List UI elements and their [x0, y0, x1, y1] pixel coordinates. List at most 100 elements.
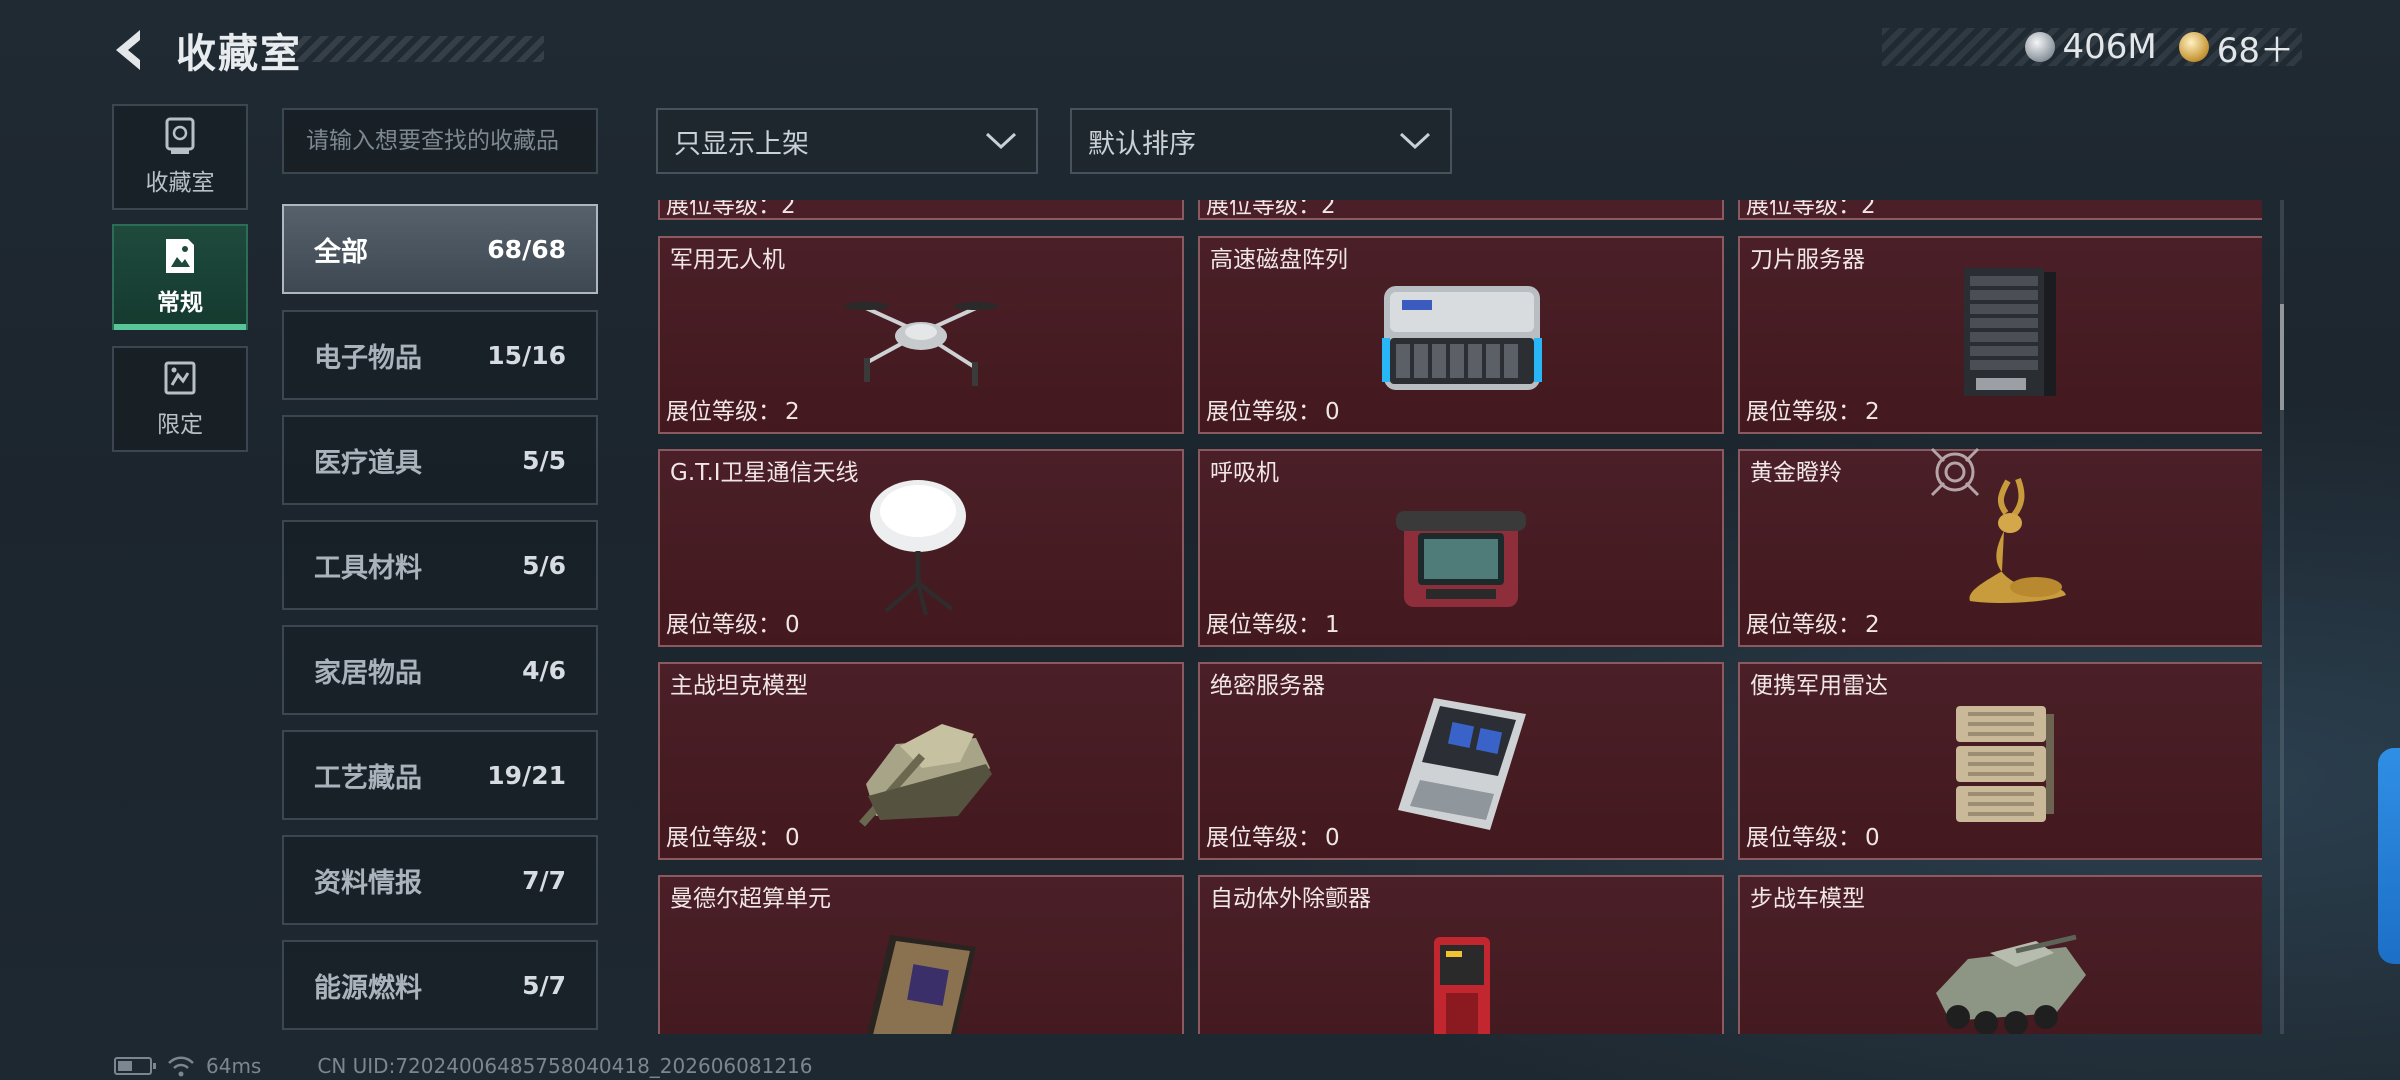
collection-card-defibrillator[interactable]: 自动体外除颤器 展位等级：: [1198, 875, 1724, 1034]
search-box: [282, 108, 598, 174]
card-name: 高速磁盘阵列: [1210, 247, 1348, 273]
card-level: 展位等级：2: [1746, 612, 1880, 638]
category-name: 能源燃料: [314, 972, 422, 1004]
silver-coin-icon: [2024, 32, 2055, 62]
category-name: 全部: [314, 236, 368, 268]
collection-card-ifv-model[interactable]: 步战车模型 展位等级：: [1738, 875, 2262, 1034]
portable-radar-icon: [1956, 706, 2054, 822]
category-energy[interactable]: 能源燃料 5/7: [282, 940, 598, 1030]
category-count: 5/5: [522, 445, 566, 475]
collection-card-ventilator[interactable]: 呼吸机 展位等级： 1: [1198, 449, 1724, 647]
card-level: 展位等级：: [1206, 1031, 1325, 1034]
golden-gazelle-icon: [1969, 477, 2066, 603]
chevron-down-icon: [1399, 132, 1431, 150]
collection-card-tank-model[interactable]: 主战坦克模型 展位等级： 0: [658, 662, 1184, 860]
card-level: 展位等级： 0: [666, 825, 800, 851]
collection-card-portable-radar[interactable]: 便携军用雷达 展位等级： 0: [1738, 662, 2262, 860]
currency-bar: 406M 68＋: [1882, 27, 2302, 71]
wifi-icon: [168, 1056, 194, 1077]
card-name: 绝密服务器: [1210, 673, 1325, 699]
ventilator-icon: [1396, 511, 1526, 607]
category-count: 4/6: [522, 655, 566, 685]
category-count: 15/16: [487, 340, 566, 370]
battery-icon: [114, 1057, 156, 1075]
collection-card-drone[interactable]: 军用无人机 展位等级： 2: [658, 236, 1184, 434]
category-medical[interactable]: 医疗道具 5/5: [282, 415, 598, 505]
dropdown-value: 默认排序: [1088, 128, 1196, 160]
dropdown-value: 只显示上架: [674, 128, 809, 160]
card-name: 主战坦克模型: [670, 673, 808, 699]
back-arrow-icon: [116, 30, 140, 70]
nav-label: 常规: [157, 290, 203, 316]
card-name: 刀片服务器: [1750, 247, 1865, 273]
card-name: 呼吸机: [1210, 460, 1279, 486]
collection-card-disk-array[interactable]: 高速磁盘阵列 展位等级： 0: [1198, 236, 1724, 434]
display-filter-dropdown[interactable]: 只显示上架: [656, 108, 1038, 174]
sort-dropdown[interactable]: 默认排序: [1070, 108, 1452, 174]
category-count: 7/7: [522, 865, 566, 895]
display-case-icon: [165, 117, 195, 154]
card-level: 展位等级： 0: [1746, 825, 1880, 851]
ping-value: 64ms: [206, 1054, 262, 1078]
category-count: 19/21: [487, 760, 566, 790]
category-crafts[interactable]: 工艺藏品 19/21: [282, 730, 598, 820]
category-all[interactable]: 全部 68/68: [282, 204, 598, 294]
scrollbar-thumb[interactable]: [2280, 304, 2284, 410]
category-tools[interactable]: 工具材料 5/6: [282, 520, 598, 610]
collection-card-blade-server[interactable]: 刀片服务器 展位等级： 2: [1738, 236, 2262, 434]
category-count: 5/6: [522, 550, 566, 580]
collection-card-golden-gazelle[interactable]: 黄金瞪羚 展位等级： 2: [1738, 447, 2262, 647]
nav-label: 限定: [157, 412, 203, 438]
card-level: 展位等级：2: [1746, 200, 1876, 219]
limited-card-icon: [164, 361, 196, 395]
card-name: 自动体外除颤器: [1210, 886, 1371, 912]
silver-currency[interactable]: 406M: [2024, 27, 2157, 67]
card-level: 展位等级：2: [1746, 399, 1880, 425]
category-electronics[interactable]: 电子物品 15/16: [282, 310, 598, 400]
nav-regular[interactable]: 常规: [112, 224, 248, 330]
secret-server-icon: [1398, 698, 1526, 830]
card-name: 步战车模型: [1750, 886, 1865, 912]
drone-icon: [844, 302, 998, 386]
partial-card[interactable]: 展位等级：2: [1738, 200, 2262, 220]
category-name: 工具材料: [314, 552, 422, 584]
nav-label: 收藏室: [145, 170, 215, 196]
category-household[interactable]: 家居物品 4/6: [282, 625, 598, 715]
blade-server-icon: [1964, 268, 2056, 396]
back-button[interactable]: [108, 20, 152, 80]
card-name: 军用无人机: [670, 247, 785, 273]
search-input[interactable]: [284, 110, 596, 172]
card-level: 展位等级：2: [666, 399, 800, 425]
category-name: 医疗道具: [314, 447, 422, 479]
card-name: 黄金瞪羚: [1750, 460, 1842, 486]
category-name: 家居物品: [314, 657, 422, 689]
grid-scrollbar[interactable]: [2280, 200, 2284, 1034]
nav-limited[interactable]: 限定: [112, 346, 248, 452]
category-name: 工艺藏品: [314, 762, 422, 794]
chevron-down-icon: [985, 132, 1017, 150]
category-name: 电子物品: [314, 342, 422, 374]
title-decoration: [270, 36, 544, 62]
category-count: 5/7: [522, 970, 566, 1000]
user-uid: CN UID:72024006485758040418_202606081216: [317, 1054, 813, 1078]
disk-array-icon: [1382, 286, 1542, 390]
partial-card[interactable]: 展位等级：2: [1198, 200, 1724, 220]
card-level: 展位等级： 0: [666, 612, 800, 638]
card-level: 展位等级： 0: [1206, 825, 1340, 851]
nav-collection-room[interactable]: 收藏室: [112, 104, 248, 210]
collection-card-satellite-antenna[interactable]: G.T.I卫星通信天线 展位等级： 0: [658, 449, 1184, 647]
gold-coin-icon: [2178, 32, 2209, 62]
image-frame-icon: [166, 239, 194, 273]
collection-card-supercomputer-unit[interactable]: 曼德尔超算单元 展位等级：: [658, 875, 1184, 1034]
card-level: 展位等级：2: [1206, 200, 1336, 219]
gold-currency[interactable]: 68＋: [2178, 23, 2294, 72]
collection-grid: 展位等级：2 展位等级：2 展位等级：2 军用无人机 展位等级： 2 高速磁盘阵列: [656, 200, 2262, 1034]
card-level: 展位等级： 0: [1206, 399, 1340, 425]
satellite-dish-icon: [870, 480, 966, 616]
side-edge-tab[interactable]: [2378, 748, 2400, 964]
category-intel[interactable]: 资料情报 7/7: [282, 835, 598, 925]
collection-card-secret-server[interactable]: 绝密服务器 展位等级： 0: [1198, 662, 1724, 860]
card-name: 曼德尔超算单元: [670, 886, 831, 912]
card-level: 展位等级： 1: [1206, 612, 1340, 638]
partial-card[interactable]: 展位等级：2: [658, 200, 1184, 220]
